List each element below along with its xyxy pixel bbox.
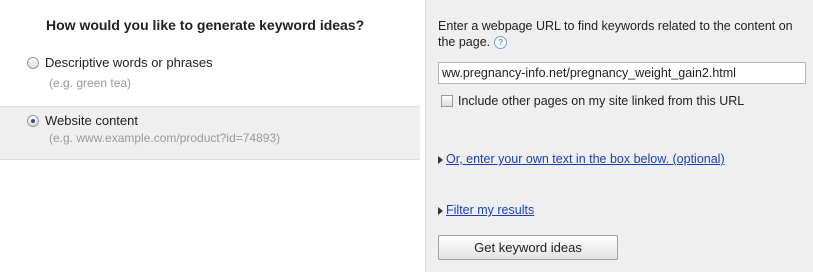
website-content-radio[interactable]: [27, 115, 39, 127]
url-instruction: Enter a webpage URL to find keywords rel…: [438, 18, 808, 50]
website-input-panel: Enter a webpage URL to find keywords rel…: [425, 0, 813, 272]
generation-method-panel: How would you like to generate keyword i…: [0, 0, 420, 272]
url-input[interactable]: [438, 62, 806, 84]
website-content-label[interactable]: Website content: [45, 113, 138, 128]
website-content-hint: (e.g. www.example.com/product?id=74893): [49, 131, 281, 145]
method-question: How would you like to generate keyword i…: [46, 17, 365, 33]
filter-toggle[interactable]: Filter my results: [438, 203, 534, 217]
url-instruction-text: Enter a webpage URL to find keywords rel…: [438, 19, 793, 49]
descriptive-words-hint: (e.g. green tea): [49, 76, 132, 90]
expand-triangle-icon: [438, 155, 443, 164]
keyword-tool-panel: How would you like to generate keyword i…: [0, 0, 813, 272]
own-text-toggle[interactable]: Or, enter your own text in the box below…: [438, 152, 725, 166]
descriptive-words-label[interactable]: Descriptive words or phrases: [45, 55, 213, 70]
descriptive-words-radio[interactable]: [27, 57, 39, 69]
expand-triangle-icon: [438, 206, 443, 215]
get-keyword-ideas-button[interactable]: Get keyword ideas: [438, 235, 618, 260]
own-text-link[interactable]: Or, enter your own text in the box below…: [446, 152, 725, 166]
include-pages-label[interactable]: Include other pages on my site linked fr…: [438, 93, 808, 109]
help-icon[interactable]: ?: [494, 36, 508, 50]
filter-results-link[interactable]: Filter my results: [446, 203, 534, 217]
method-header-area: [0, 0, 420, 106]
